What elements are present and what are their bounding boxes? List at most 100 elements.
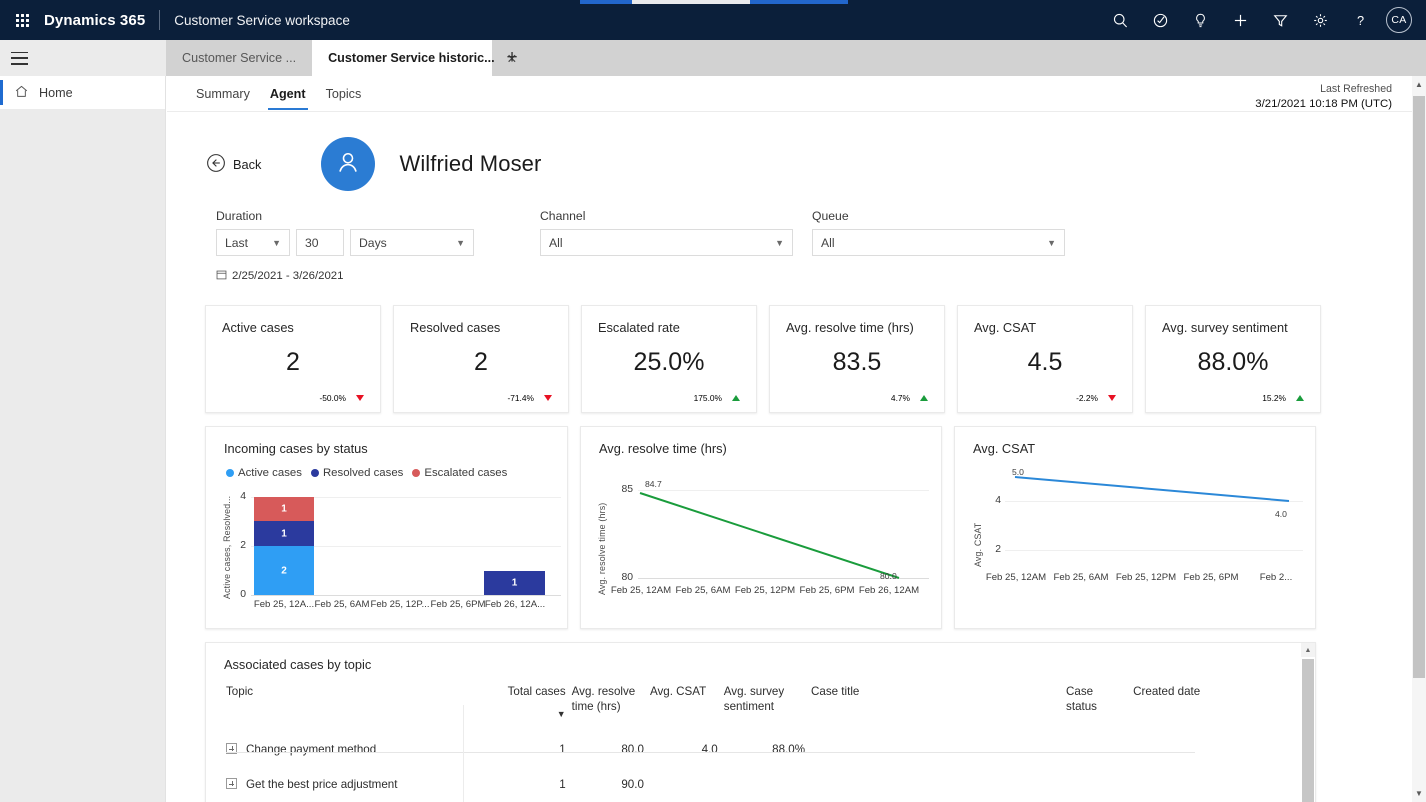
tab-topics[interactable]: Topics <box>316 76 372 112</box>
tab-label: Summary <box>196 86 250 101</box>
dashboard-tabs: Summary Agent Topics Last Refreshed 3/21… <box>167 76 1412 112</box>
kpi-delta-value: -2.2% <box>1076 393 1098 403</box>
x-tick: Feb 25, 12AM <box>985 572 1047 583</box>
column-header-avg-resolve-time[interactable]: Avg. resolve time (hrs) <box>572 684 650 732</box>
help-icon[interactable]: ? <box>1340 0 1380 40</box>
back-button[interactable]: Back <box>206 153 261 176</box>
legend-item-resolved-cases[interactable]: Resolved cases <box>310 467 403 479</box>
lightbulb-icon[interactable] <box>1180 0 1220 40</box>
point-label: 5.0 <box>1012 467 1024 477</box>
table-row[interactable]: Change payment method 1 80.0 4.0 88.0% <box>226 732 1301 767</box>
legend-swatch <box>412 469 421 477</box>
brand-title[interactable]: Dynamics 365 <box>44 12 159 29</box>
kpi-delta: 15.2% <box>1262 393 1304 403</box>
cell-case-status <box>1066 767 1133 802</box>
page-scrollbar[interactable]: ▲ ▼ <box>1412 76 1426 802</box>
column-header-avg-csat[interactable]: Avg. CSAT <box>650 684 724 732</box>
avatar[interactable]: CA <box>1386 7 1412 33</box>
kpi-avg-survey-sentiment[interactable]: Avg. survey sentiment 88.0% 15.2% <box>1145 305 1321 413</box>
kpi-delta-value: 15.2% <box>1262 393 1286 403</box>
add-tab-button[interactable]: + <box>492 40 532 76</box>
hamburger-icon[interactable] <box>0 40 166 76</box>
legend-label: Escalated cases <box>424 467 508 479</box>
chevron-down-icon: ▼ <box>272 237 281 248</box>
app-launcher-icon[interactable] <box>0 13 44 27</box>
kpi-avg-resolve-time[interactable]: Avg. resolve time (hrs) 83.5 4.7% <box>769 305 945 413</box>
assistant-icon[interactable] <box>1140 0 1180 40</box>
scroll-down-arrow-icon[interactable]: ▼ <box>1412 785 1426 802</box>
column-header-case-status[interactable]: Case status <box>1066 684 1133 732</box>
person-icon <box>333 147 363 182</box>
tab-summary[interactable]: Summary <box>186 76 260 112</box>
bar-resolved-cases[interactable]: 1 <box>254 521 314 546</box>
kpi-delta-value: 175.0% <box>693 393 722 403</box>
column-header-case-title[interactable]: Case title <box>811 684 1066 732</box>
chevron-down-icon: ▼ <box>456 237 465 248</box>
cell-created-date <box>1133 732 1301 767</box>
bar-label: 1 <box>511 577 518 589</box>
kpi-value: 2 <box>474 348 488 376</box>
bar-escalated-cases[interactable]: 1 <box>254 497 314 521</box>
y-tick: 4 <box>240 491 246 502</box>
chart-avg-resolve-time[interactable]: Avg. resolve time (hrs) Avg. resolve tim… <box>580 426 942 629</box>
table-row[interactable]: Get the best price adjustment 1 90.0 <box>226 767 1301 802</box>
table-scrollbar[interactable]: ▲ <box>1301 643 1315 802</box>
kpi-avg-csat[interactable]: Avg. CSAT 4.5 -2.2% <box>957 305 1133 413</box>
cell-avg-csat <box>650 767 724 802</box>
legend-item-active-cases[interactable]: Active cases <box>226 467 302 479</box>
kpi-escalated-rate[interactable]: Escalated rate 25.0% 175.0% <box>581 305 757 413</box>
bar-label: 2 <box>281 565 287 576</box>
sidebar-item-label: Home <box>39 85 73 100</box>
main-content: Summary Agent Topics Last Refreshed 3/21… <box>167 76 1412 802</box>
tab-customer-service[interactable]: Customer Service ... <box>166 40 313 76</box>
scrollbar-thumb[interactable] <box>1413 96 1425 678</box>
cell-avg-csat: 4.0 <box>701 743 718 756</box>
kpi-resolved-cases[interactable]: Resolved cases 2 -71.4% <box>393 305 569 413</box>
duration-operator-select[interactable]: Last ▼ <box>216 229 290 256</box>
kpi-active-cases[interactable]: Active cases 2 -50.0% <box>205 305 381 413</box>
filter-icon[interactable] <box>1260 0 1300 40</box>
scroll-up-arrow-icon[interactable]: ▲ <box>1301 643 1315 657</box>
chart-plot-area: Avg. CSAT 4 2 5.0 4.0 Feb 25, 12AM Feb 2… <box>955 467 1317 627</box>
associated-cases-table: Topic Total cases ▼ Avg. resolve time (h… <box>226 684 1301 802</box>
gear-icon[interactable] <box>1300 0 1340 40</box>
bar-active-cases[interactable]: 2 <box>254 546 314 595</box>
trend-down-icon <box>356 395 364 401</box>
chart-incoming-cases-by-status[interactable]: Incoming cases by status Active cases Re… <box>205 426 568 629</box>
tab-agent[interactable]: Agent <box>260 76 316 112</box>
column-header-avg-survey-sentiment[interactable]: Avg. survey sentiment <box>724 684 811 732</box>
kpi-title: Active cases <box>222 320 294 335</box>
selected-value: Days <box>359 235 387 250</box>
scrollbar-thumb[interactable] <box>1302 659 1314 802</box>
tab-customer-service-historical[interactable]: Customer Service historic... ✕ <box>312 40 517 76</box>
x-tick: Feb 25, 12AM <box>610 585 672 596</box>
column-header-total-cases[interactable]: Total cases ▼ <box>491 684 572 732</box>
kpi-title: Avg. resolve time (hrs) <box>786 320 914 335</box>
axis-line <box>251 595 561 596</box>
chart-avg-csat[interactable]: Avg. CSAT Avg. CSAT 4 2 5.0 4.0 Feb 25, … <box>954 426 1316 629</box>
expand-plus-icon[interactable] <box>226 778 237 789</box>
column-header-created-date[interactable]: Created date <box>1133 684 1301 732</box>
app-name-label: Customer Service workspace <box>174 12 350 28</box>
sidebar-item-home[interactable]: Home <box>0 76 165 109</box>
queue-select[interactable]: All ▼ <box>812 229 1065 256</box>
duration-amount-input[interactable]: 30 <box>296 229 344 256</box>
cell-topic[interactable]: Get the best price adjustment <box>226 767 491 802</box>
filter-bar: Duration Last ▼ 30 Days ▼ Channel All ▼ … <box>167 191 1412 282</box>
legend-item-escalated-cases[interactable]: Escalated cases <box>412 467 507 479</box>
scroll-up-arrow-icon[interactable]: ▲ <box>1412 76 1426 93</box>
chart-row: Incoming cases by status Active cases Re… <box>167 413 1412 629</box>
table-column-divider <box>463 705 464 802</box>
plus-icon[interactable] <box>1220 0 1260 40</box>
duration-unit-select[interactable]: Days ▼ <box>350 229 474 256</box>
channel-select[interactable]: All ▼ <box>540 229 793 256</box>
app-root: Dynamics 365 Customer Service workspace <box>0 0 1426 802</box>
column-header-topic[interactable]: Topic <box>226 684 491 732</box>
search-icon[interactable] <box>1100 0 1140 40</box>
agent-avatar <box>321 137 376 191</box>
x-tick: Feb 25, 6PM <box>799 585 855 596</box>
cell-topic[interactable]: Change payment method <box>226 732 491 767</box>
cell-avg-survey-sentiment <box>724 767 811 802</box>
tab-label: Topics <box>325 86 362 101</box>
bar-resolved-cases[interactable]: 1 <box>484 571 545 595</box>
